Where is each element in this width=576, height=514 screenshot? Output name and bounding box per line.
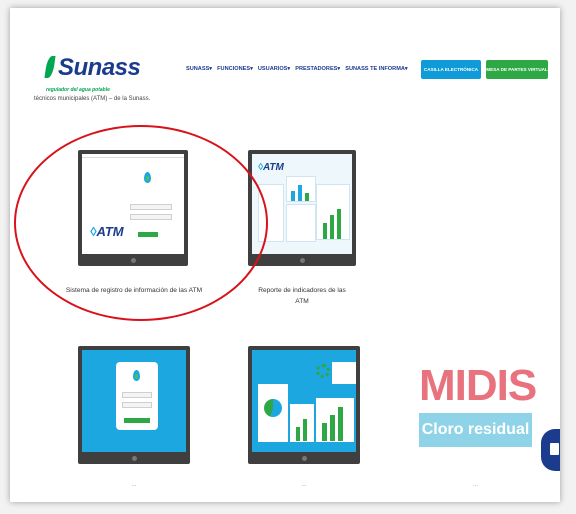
card-caption-app-dashboard[interactable]: ...	[248, 480, 360, 491]
username-field	[130, 204, 172, 210]
card-reporte-indicadores[interactable]: ◊ATM	[248, 150, 356, 266]
monitor-screen	[252, 350, 356, 452]
web-page: Sunass regulador del agua potable técnic…	[10, 8, 560, 502]
gear-icon	[316, 364, 330, 378]
intro-text: técnicos municipales (ATM) – de la Sunas…	[34, 96, 151, 102]
monitor-power-dot	[131, 456, 137, 461]
mesa-de-partes-button[interactable]: MESA DE PARTES VIRTUAL	[486, 60, 548, 79]
sunass-logo-mark-icon	[44, 56, 56, 78]
midis-logo[interactable]: MIDIS	[419, 364, 537, 408]
card-sistema-registro[interactable]: ◊ATM	[78, 150, 188, 266]
nav-item-funciones[interactable]: FUNCIONES▾	[217, 66, 253, 72]
card-caption-sistema-registro[interactable]: Sistema de registro de información de la…	[54, 285, 214, 296]
card-caption-app-login[interactable]: ...	[78, 480, 190, 491]
dashboard-panel	[286, 204, 316, 242]
monitor-frame: ◊ATM	[78, 150, 188, 266]
card-caption-reporte-indicadores[interactable]: Reporte de indicadores de las ATM	[236, 285, 368, 307]
monitor-screen: ◊ATM	[82, 154, 184, 254]
card-app-login[interactable]	[78, 346, 190, 464]
nav-item-sunass-te-informa[interactable]: SUNASS TE INFORMA▾	[345, 66, 407, 72]
main-nav: SUNASS▾ FUNCIONES▾ USUARIOS▾ PRESTADORES…	[186, 66, 408, 72]
monitor-power-dot	[299, 258, 305, 263]
monitor-screen: ◊ATM	[252, 154, 352, 254]
atm-logo: ◊ATM	[258, 162, 284, 173]
atm-logo: ◊ATM	[90, 224, 124, 239]
monitor-frame	[248, 346, 360, 464]
login-button	[138, 232, 158, 237]
monitor-screen	[82, 350, 186, 452]
login-button	[124, 418, 150, 423]
dashboard-panel	[332, 362, 356, 384]
dashboard-panel	[258, 384, 288, 442]
casilla-electronica-button[interactable]: CASILLA ELECTRÓNICA	[421, 60, 481, 79]
username-field	[122, 392, 152, 398]
card-caption-midis[interactable]: ...	[419, 480, 532, 491]
dashboard-panel	[286, 176, 316, 202]
caption-line: ATM	[295, 298, 309, 305]
dashboard-panel	[258, 184, 284, 242]
logo-tagline: regulador del agua potable	[46, 87, 110, 93]
nav-item-usuarios[interactable]: USUARIOS▾	[258, 66, 290, 72]
monitor-frame: ◊ATM	[248, 150, 356, 266]
water-drop-icon	[133, 370, 140, 381]
monitor-power-dot	[301, 456, 307, 461]
card-app-dashboard[interactable]	[248, 346, 360, 464]
nav-item-prestadores[interactable]: PRESTADORES▾	[295, 66, 340, 72]
nav-item-sunass[interactable]: SUNASS▾	[186, 66, 212, 72]
dashboard-panel	[316, 398, 354, 442]
sunass-logo-text: Sunass	[58, 54, 141, 81]
password-field	[122, 402, 152, 408]
login-panel	[116, 362, 158, 430]
water-drop-icon	[144, 172, 151, 183]
dashboard-panel	[290, 404, 314, 442]
monitor-frame	[78, 346, 190, 464]
dashboard-panel	[316, 184, 350, 240]
caption-line: Reporte de indicadores de las	[258, 287, 346, 294]
password-field	[130, 214, 172, 220]
document-icon	[550, 443, 559, 455]
monitor-power-dot	[130, 258, 136, 263]
cloro-residual-banner[interactable]: Cloro residual	[419, 413, 532, 447]
floating-action-button[interactable]	[541, 429, 560, 471]
